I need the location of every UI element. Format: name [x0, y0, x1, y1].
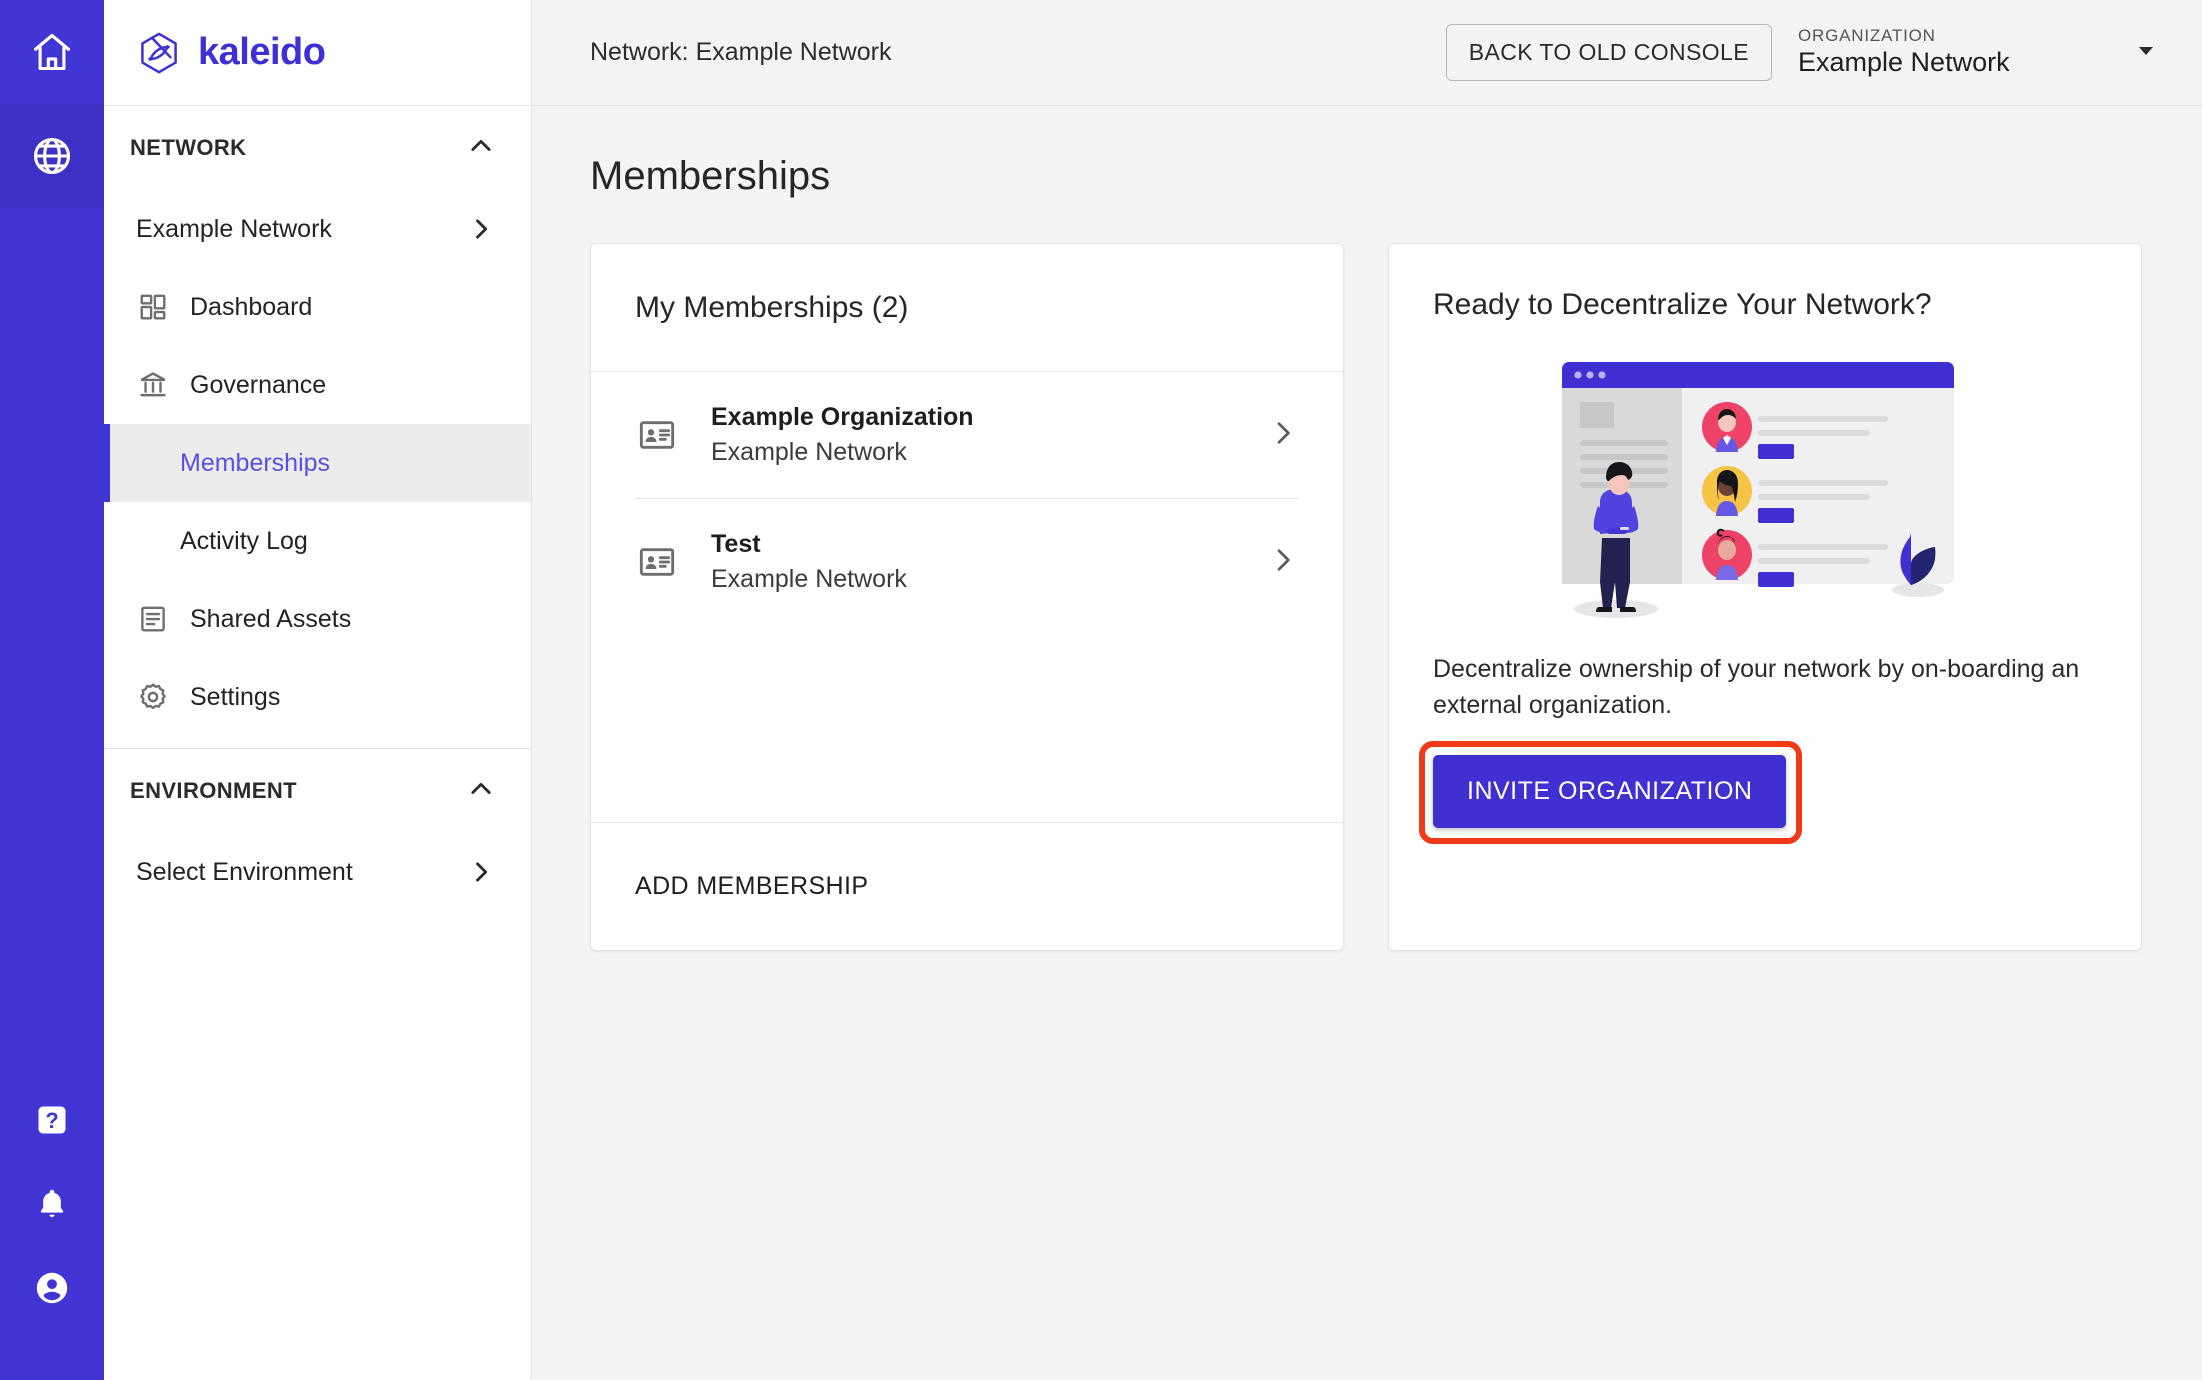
memberships-list: Example Organization Example Network Tes…: [591, 372, 1343, 822]
sidebar: kaleido NETWORK Example Network Dashboar…: [104, 0, 532, 1380]
icon-rail: ?: [0, 0, 104, 1380]
membership-subtitle: Example Network: [711, 438, 907, 466]
svg-text:?: ?: [45, 1108, 58, 1133]
help-icon: ?: [34, 1102, 70, 1143]
organization-label: ORGANIZATION: [1798, 26, 1936, 45]
promo-title: Ready to Decentralize Your Network?: [1433, 288, 1932, 321]
back-to-old-console-button[interactable]: BACK TO OLD CONSOLE: [1445, 24, 1772, 81]
add-membership-button[interactable]: ADD MEMBERSHIP: [635, 872, 868, 901]
chevron-right-icon[interactable]: [1267, 417, 1299, 454]
networks-icon-button[interactable]: [0, 104, 104, 208]
chevron-up-icon[interactable]: [467, 775, 495, 808]
shared-assets-icon: [136, 602, 170, 636]
kaleido-logo-icon: [136, 30, 182, 76]
my-memberships-heading: My Memberships (2): [635, 290, 909, 324]
my-memberships-card-footer: ADD MEMBERSHIP: [591, 822, 1343, 950]
sidebar-section-environment-title: ENVIRONMENT: [130, 778, 297, 803]
cards-row: My Memberships (2) Example Organization …: [590, 243, 2144, 951]
sidebar-item-label: Select Environment: [136, 857, 353, 886]
promo-description: Decentralize ownership of your network b…: [1433, 655, 2080, 719]
settings-icon: [136, 680, 170, 714]
sidebar-item-activity-log[interactable]: Activity Log: [104, 502, 531, 580]
page-title: Memberships: [590, 154, 831, 198]
list-item[interactable]: Test Example Network: [591, 499, 1343, 625]
main-area: Network: Example Network BACK TO OLD CON…: [532, 0, 2202, 1380]
dashboard-icon: [136, 290, 170, 324]
sidebar-item-select-environment[interactable]: Select Environment: [104, 833, 531, 911]
organization-text: ORGANIZATION Example Network: [1798, 25, 2010, 80]
sidebar-item-example-network[interactable]: Example Network: [104, 190, 531, 268]
notifications-icon-button[interactable]: [0, 1164, 104, 1248]
icon-rail-bottom: ?: [0, 1080, 104, 1332]
my-memberships-card: My Memberships (2) Example Organization …: [590, 243, 1344, 951]
sidebar-item-label: Activity Log: [180, 526, 308, 555]
app-root: ? kaleido NETWORK Example Network Dashbo…: [0, 0, 2202, 1380]
invite-organization-wrapper: INVITE ORGANIZATION: [1419, 741, 1803, 844]
home-icon: [30, 30, 74, 74]
sidebar-section-environment[interactable]: ENVIRONMENT: [104, 749, 531, 833]
membership-text: Example Organization Example Network: [711, 403, 974, 467]
sidebar-item-label: Memberships: [180, 448, 331, 477]
home-icon-button[interactable]: [0, 0, 104, 104]
sidebar-item-label: Dashboard: [190, 292, 313, 321]
sidebar-item-label: Shared Assets: [190, 604, 352, 633]
sidebar-section-network[interactable]: NETWORK: [104, 106, 531, 190]
sidebar-item-label: Governance: [190, 370, 327, 399]
list-item[interactable]: Example Organization Example Network: [591, 372, 1343, 498]
decentralize-promo-card: Ready to Decentralize Your Network? Dece…: [1388, 243, 2142, 951]
my-memberships-card-header: My Memberships (2): [591, 244, 1343, 372]
membership-title: Example Organization: [711, 403, 974, 431]
sidebar-item-label: Settings: [190, 682, 281, 711]
kaleido-logo[interactable]: kaleido: [104, 0, 531, 106]
invite-organization-button[interactable]: INVITE ORGANIZATION: [1433, 755, 1787, 828]
sidebar-item-shared-assets[interactable]: Shared Assets: [104, 580, 531, 658]
chevron-right-icon[interactable]: [467, 858, 495, 886]
organization-selector[interactable]: ORGANIZATION Example Network: [1798, 25, 2158, 80]
decentralize-illustration: [1433, 332, 2097, 652]
chevron-right-icon[interactable]: [1267, 544, 1299, 581]
organization-value: Example Network: [1798, 47, 2010, 78]
bell-icon: [34, 1186, 70, 1227]
page-content: Memberships My Memberships (2) Example O…: [532, 106, 2202, 1380]
sidebar-item-governance[interactable]: Governance: [104, 346, 531, 424]
top-bar-right: BACK TO OLD CONSOLE ORGANIZATION Example…: [1445, 24, 2158, 81]
governance-icon: [136, 368, 170, 402]
membership-subtitle: Example Network: [711, 565, 907, 593]
contact-card-icon: [635, 413, 679, 457]
icon-rail-top: [0, 0, 104, 208]
decentralize-illustration-svg: [1562, 362, 1954, 618]
sidebar-item-memberships[interactable]: Memberships: [104, 424, 531, 502]
kaleido-logo-text: kaleido: [198, 31, 326, 73]
sidebar-item-label: Example Network: [136, 214, 332, 243]
network-breadcrumb: Network: Example Network: [590, 38, 892, 66]
globe-icon: [30, 134, 74, 178]
account-icon-button[interactable]: [0, 1248, 104, 1332]
chevron-right-icon[interactable]: [467, 215, 495, 243]
contact-card-icon: [635, 540, 679, 584]
caret-down-icon[interactable]: [2094, 38, 2158, 67]
membership-title: Test: [711, 530, 761, 558]
membership-text: Test Example Network: [711, 530, 907, 594]
sidebar-item-dashboard[interactable]: Dashboard: [104, 268, 531, 346]
account-icon: [33, 1269, 71, 1312]
chevron-up-icon[interactable]: [467, 132, 495, 165]
sidebar-section-network-title: NETWORK: [130, 135, 247, 160]
help-icon-button[interactable]: ?: [0, 1080, 104, 1164]
top-bar: Network: Example Network BACK TO OLD CON…: [532, 0, 2202, 106]
sidebar-item-settings[interactable]: Settings: [104, 658, 531, 736]
